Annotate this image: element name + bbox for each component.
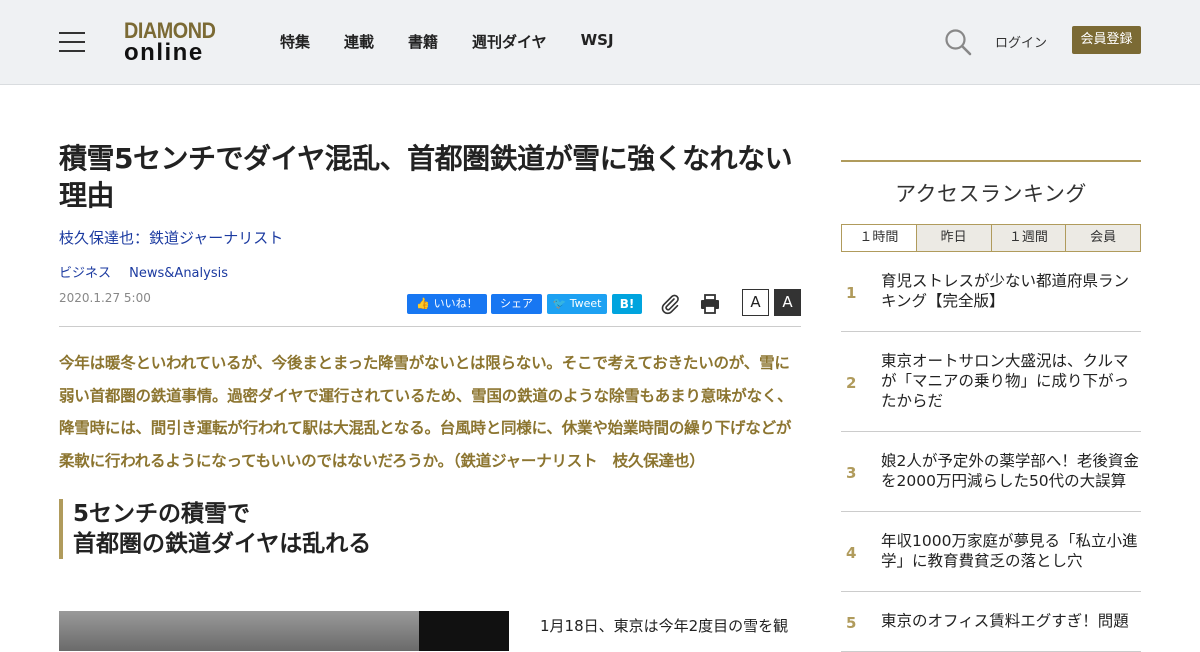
article-title: 積雪5センチでダイヤ混乱、首都圏鉄道が雪に強くなれない理由: [59, 142, 793, 212]
share-button[interactable]: シェア: [491, 294, 542, 314]
nav-item-weekly[interactable]: 週刊ダイヤ: [472, 31, 547, 52]
article-tags: ビジネス News&Analysis: [59, 262, 801, 281]
login-link[interactable]: ログイン: [995, 32, 1047, 51]
font-size-small-button[interactable]: A: [742, 289, 769, 316]
rank-text[interactable]: 東京オートサロン大盛況は、クルマが「マニアの乗り物」に成り下がったからだ: [881, 352, 1129, 410]
print-icon[interactable]: [699, 293, 721, 315]
search-icon[interactable]: [944, 28, 972, 56]
rank-text[interactable]: 東京のオフィス賃料エグすぎ！問題: [881, 612, 1129, 630]
like-button[interactable]: 👍 いいね！: [407, 294, 487, 314]
register-button[interactable]: 会員登録: [1072, 26, 1141, 54]
hatena-bookmark-button[interactable]: B!: [612, 294, 642, 314]
font-size-large-button[interactable]: A: [774, 289, 801, 316]
tab-members[interactable]: 会員: [1065, 225, 1140, 251]
ranking-item[interactable]: 5 東京のオフィス賃料エグすぎ！問題: [841, 592, 1141, 652]
tag-business[interactable]: ビジネス: [59, 266, 111, 281]
ranking-item[interactable]: 2 東京オートサロン大盛況は、クルマが「マニアの乗り物」に成り下がったからだ: [841, 332, 1141, 432]
rank-number: 1: [846, 283, 857, 302]
rank-number: 4: [846, 543, 857, 562]
article-lead: 今年は暖冬といわれているが、今後まとまった降雪がないとは限らない。そこで考えてお…: [59, 354, 793, 470]
site-logo[interactable]: DIAMOND online: [124, 20, 226, 65]
ranking-item[interactable]: 1 育児ストレスが少ない都道府県ランキング【完全版】: [841, 252, 1141, 332]
site-header: DIAMOND online 特集 連載 書籍 週刊ダイヤ WSJ ログイン 会…: [0, 0, 1200, 85]
article-subhead: 5センチの積雪で 首都圏の鉄道ダイヤは乱れる: [59, 499, 801, 559]
tweet-button[interactable]: 🐦 Tweet: [547, 294, 607, 314]
article-photo: [59, 611, 509, 651]
logo-line2: online: [124, 39, 204, 66]
rank-text[interactable]: 育児ストレスが少ない都道府県ランキング【完全版】: [881, 272, 1129, 310]
tab-1hour[interactable]: １時間: [842, 225, 916, 251]
rank-text[interactable]: 娘2人が予定外の薬学部へ！老後資金を2000万円減らした50代の大誤算: [881, 452, 1139, 490]
rank-number: 3: [846, 463, 857, 482]
article-main: 積雪5センチでダイヤ混乱、首都圏鉄道が雪に強くなれない理由 枝久保達也：鉄道ジャ…: [59, 140, 801, 651]
main-nav: 特集 連載 書籍 週刊ダイヤ WSJ: [280, 31, 648, 52]
article-meta: 2020.1.27 5:00 👍 いいね！ シェア 🐦 Tweet B! A A: [59, 287, 801, 327]
ranking-tabs: １時間 昨日 １週間 会員: [841, 224, 1141, 252]
nav-item-books[interactable]: 書籍: [408, 31, 438, 52]
ranking-item[interactable]: 4 年収1000万家庭が夢見る「私立小進学」に教育費貧乏の落とし穴: [841, 512, 1141, 592]
nav-item-feature[interactable]: 特集: [280, 31, 310, 52]
nav-item-wsj[interactable]: WSJ: [581, 31, 614, 52]
logo-line1: DIAMOND: [124, 18, 216, 43]
article-date: 2020.1.27 5:00: [59, 291, 151, 305]
subhead-line1: 5センチの積雪で: [73, 501, 251, 527]
article-author[interactable]: 枝久保達也：鉄道ジャーナリスト: [59, 227, 801, 248]
ranking-title: アクセスランキング: [841, 160, 1141, 208]
tab-1week[interactable]: １週間: [990, 225, 1066, 251]
article-body: 1月18日、東京は今年2度目の雪を観: [540, 617, 789, 635]
rank-text[interactable]: 年収1000万家庭が夢見る「私立小進学」に教育費貧乏の落とし穴: [881, 532, 1137, 570]
clip-icon[interactable]: [659, 293, 681, 315]
nav-item-series[interactable]: 連載: [344, 31, 374, 52]
subhead-line2: 首都圏の鉄道ダイヤは乱れる: [73, 531, 372, 557]
ranking-item[interactable]: 3 娘2人が予定外の薬学部へ！老後資金を2000万円減らした50代の大誤算: [841, 432, 1141, 512]
ranking-sidebar: アクセスランキング １時間 昨日 １週間 会員 1 育児ストレスが少ない都道府県…: [841, 160, 1141, 652]
rank-number: 2: [846, 373, 857, 392]
menu-icon[interactable]: [59, 32, 85, 52]
tag-news[interactable]: News&Analysis: [129, 266, 228, 281]
tab-yesterday[interactable]: 昨日: [915, 225, 991, 251]
